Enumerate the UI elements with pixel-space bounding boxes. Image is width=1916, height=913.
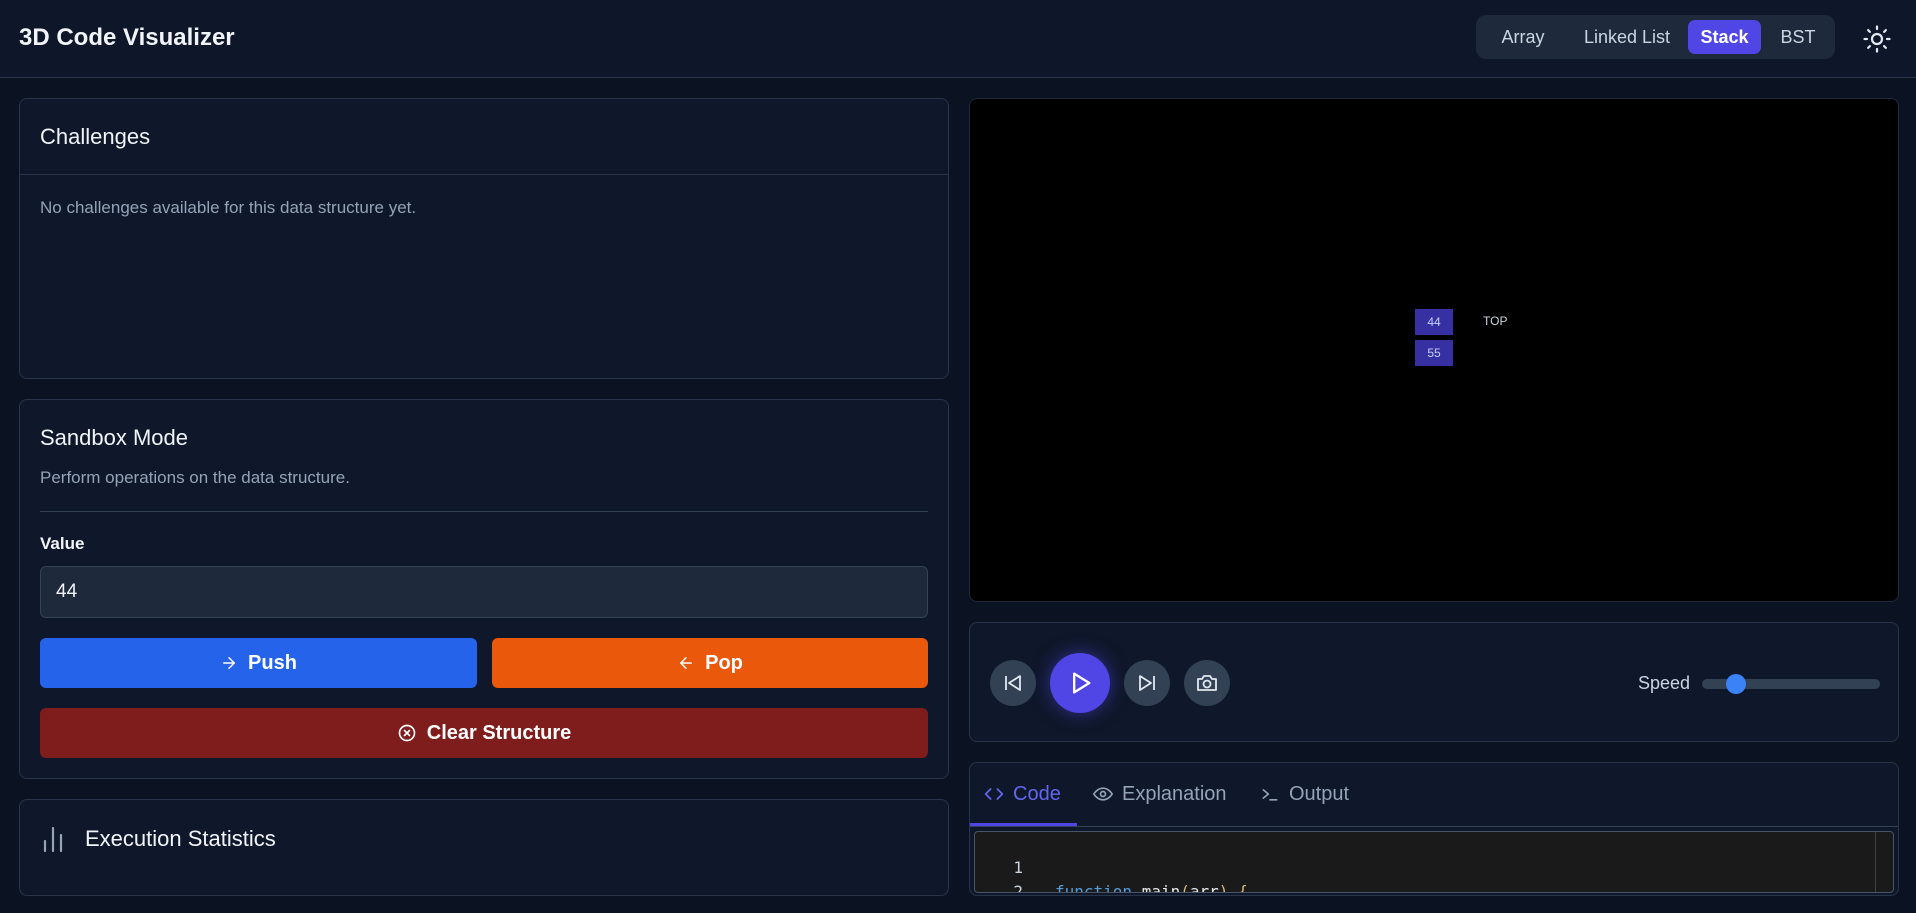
step-back-button[interactable]	[990, 660, 1036, 706]
tab-explanation[interactable]: Explanation	[1093, 779, 1227, 809]
terminal-icon	[1262, 789, 1278, 801]
play-icon	[1073, 672, 1091, 694]
challenges-card: Challenges No challenges available for t…	[19, 98, 949, 379]
speed-label: Speed	[1638, 673, 1691, 693]
step-forward-button[interactable]	[1124, 660, 1170, 706]
tab-code-label: Code	[1013, 782, 1061, 805]
speed-slider[interactable]	[1702, 674, 1880, 694]
pop-button[interactable]: Pop	[492, 638, 928, 688]
sandbox-divider	[40, 511, 928, 512]
stack-node: 44	[1415, 309, 1453, 335]
app-title: 3D Code Visualizer	[19, 24, 235, 51]
execution-statistics-card[interactable]: Execution Statistics	[19, 799, 949, 896]
eye-icon	[1093, 787, 1113, 801]
challenges-divider	[20, 174, 948, 175]
sandbox-card: Sandbox Mode Perform operations on the d…	[19, 399, 949, 779]
value-input[interactable]	[40, 566, 928, 618]
tab-explanation-label: Explanation	[1122, 782, 1227, 805]
code-editor[interactable]: 1 function main(arr) { 2 let n = arr.len…	[974, 831, 1894, 893]
code-panel: Code Explanation Output 1 function main(…	[969, 762, 1899, 896]
speed-slider-thumb[interactable]	[1725, 674, 1746, 694]
theme-toggle-button[interactable]	[1862, 24, 1892, 54]
tab-bst[interactable]: BST	[1767, 20, 1829, 54]
stack-node: 55	[1415, 340, 1453, 366]
push-label: Push	[248, 651, 297, 674]
clear-structure-button[interactable]: Clear Structure	[40, 708, 928, 758]
app-header: 3D Code Visualizer Array Linked List Sta…	[0, 0, 1916, 78]
clear-label: Clear Structure	[426, 721, 572, 744]
tab-bar-divider	[970, 826, 1898, 827]
challenges-title: Challenges	[40, 124, 151, 149]
pop-label: Pop	[705, 651, 743, 674]
step-back-icon	[1005, 675, 1021, 691]
code-line: 3 for (let i = 0; i < n - 1; i++) {	[975, 880, 1033, 892]
statistics-title: Execution Statistics	[85, 826, 276, 851]
editor-scrollbar[interactable]	[1875, 832, 1889, 892]
sandbox-title: Sandbox Mode	[40, 425, 188, 450]
top-pointer-label: TOP	[1483, 314, 1508, 328]
challenges-empty-text: No challenges available for this data st…	[40, 198, 417, 217]
arrow-right-icon	[223, 657, 236, 669]
tab-linked-list[interactable]: Linked List	[1571, 20, 1683, 54]
x-circle-icon	[398, 724, 416, 742]
arrow-left-icon	[680, 657, 693, 669]
play-button[interactable]	[1050, 653, 1110, 713]
sun-icon	[1863, 25, 1891, 53]
camera-icon	[1197, 675, 1217, 691]
bar-chart-icon	[43, 826, 63, 853]
tab-output-label: Output	[1289, 782, 1350, 805]
active-tab-indicator	[970, 823, 1077, 826]
code-line: 2 let n = arr.length;	[975, 856, 1033, 892]
snapshot-button[interactable]	[1184, 660, 1230, 706]
sandbox-subtitle: Perform operations on the data structure…	[40, 468, 350, 487]
tab-stack[interactable]: Stack	[1688, 20, 1761, 54]
code-text: function main(arr) {	[1055, 882, 1248, 893]
step-forward-icon	[1139, 675, 1155, 691]
push-button[interactable]: Push	[40, 638, 477, 688]
value-label: Value	[40, 534, 85, 553]
tab-array[interactable]: Array	[1483, 20, 1563, 54]
visualization-canvas[interactable]: 44 55 TOP	[969, 98, 1899, 602]
playback-controls: Speed	[969, 622, 1899, 742]
tab-code[interactable]: Code	[984, 779, 1061, 809]
structure-tabs: Array Linked List Stack BST	[1476, 15, 1835, 59]
code-line: 1 function main(arr) {	[975, 832, 1247, 892]
tab-output[interactable]: Output	[1260, 779, 1349, 809]
code-icon	[984, 788, 1004, 800]
